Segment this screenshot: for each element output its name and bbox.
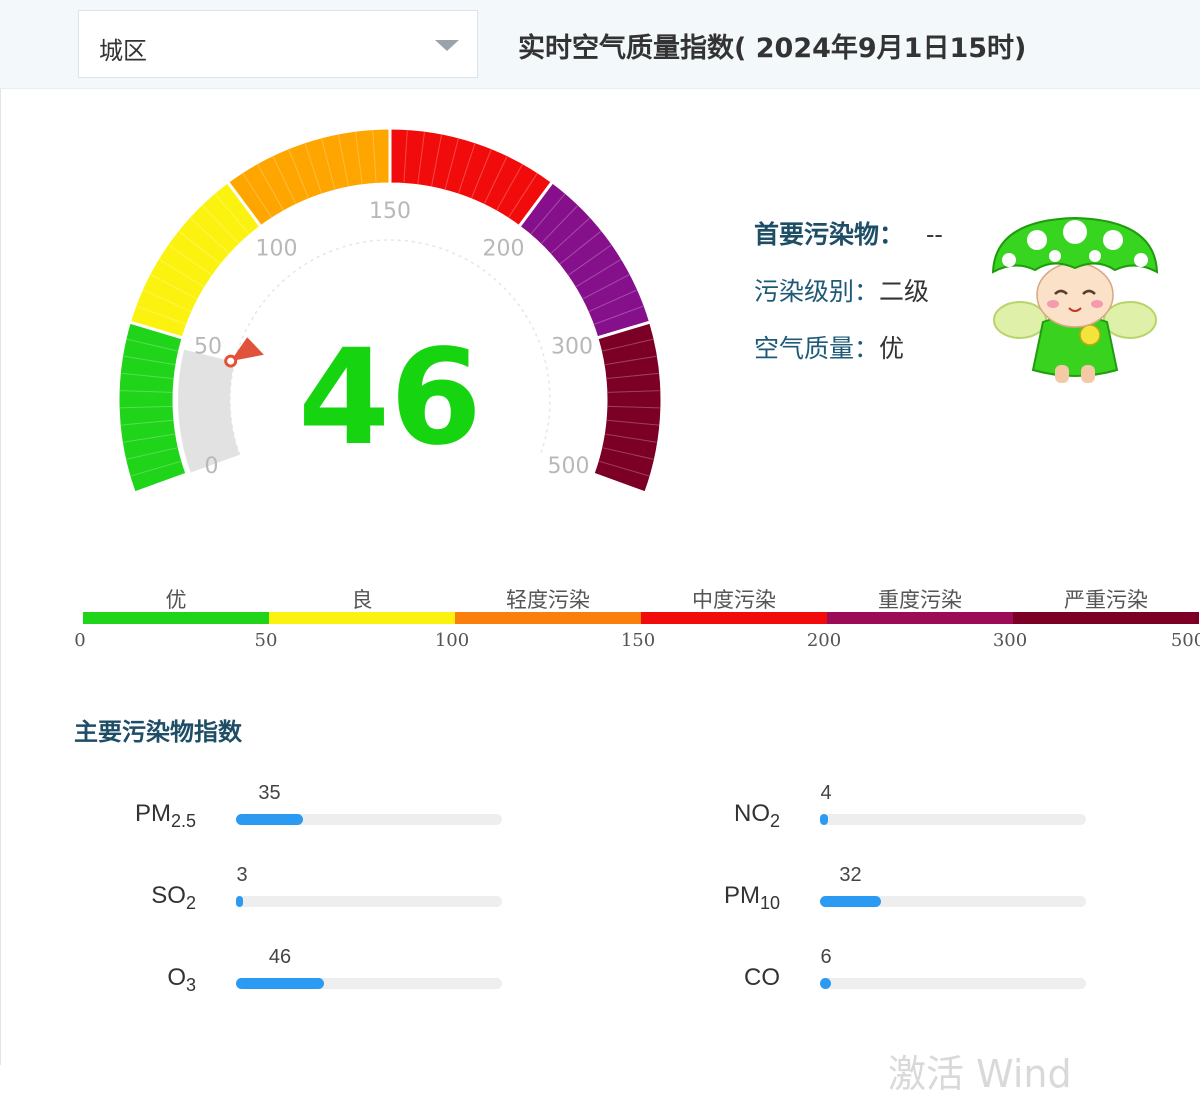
scale-tick-label: 150: [620, 630, 656, 651]
pollution-level-row: 污染级别：二级: [754, 272, 943, 329]
pollutant-bar-track: [820, 896, 1086, 907]
gauge-tick-label: 100: [256, 237, 298, 262]
pollutant-row: SO2 3: [98, 864, 568, 924]
primary-pollutant-label: 首要污染物：: [754, 220, 905, 249]
gauge-tick-label: 500: [548, 454, 590, 479]
pollutant-bar-fill: [236, 978, 324, 989]
page-title: 实时空气质量指数( 2024年9月1日15时): [518, 33, 1027, 64]
gauge-band: [225, 126, 392, 229]
scale-tick-label: 50: [254, 630, 278, 651]
pollutant-name: NO2: [733, 800, 780, 831]
scale-tick-label: 100: [434, 630, 470, 651]
pollutant-bar-track: [820, 814, 1086, 825]
pollutant-name: SO2: [151, 882, 196, 913]
scale-level-label: 良: [351, 588, 373, 612]
scale-level-bar: [641, 612, 827, 624]
scale-level-bar: [455, 612, 641, 624]
district-select[interactable]: 城区: [78, 10, 478, 78]
pollutant-bar-fill: [820, 978, 831, 989]
scale-level-label: 中度污染: [692, 588, 776, 612]
pollutant-row: PM2.5 35: [98, 782, 568, 842]
air-quality-row: 空气质量：优: [754, 329, 943, 386]
scale-level-label: 轻度污染: [506, 588, 590, 612]
scale-level-bar: [827, 612, 1013, 624]
gauge-band: [127, 179, 264, 340]
pollutant-bar-fill: [820, 814, 828, 825]
pollutant-bar-fill: [820, 896, 881, 907]
gauge-tick-label: 150: [369, 199, 411, 224]
pollutant-name: PM10: [723, 882, 780, 913]
aqi-info-panel: 首要污染物： -- 污染级别：二级 空气质量：优: [754, 215, 943, 386]
gauge-tick-label: 200: [482, 237, 524, 262]
pollutant-row: O3 46: [98, 946, 568, 1006]
page-frame: [0, 0, 1, 1065]
pollutant-row: CO 6: [682, 946, 1152, 1006]
scale-tick-label: 500: [1170, 630, 1200, 651]
scale-level-bar: [1013, 612, 1199, 624]
aqi-value: 46: [298, 321, 482, 475]
primary-pollutant-row: 首要污染物： --: [754, 215, 943, 272]
pollutant-bar-fill: [236, 814, 303, 825]
mushroom-mascot-image: [991, 216, 1159, 383]
gauge-tick-label: 300: [551, 335, 593, 360]
pollutant-row: NO2 4: [682, 782, 1152, 842]
scale-tick-label: 300: [992, 630, 1028, 651]
pollutant-row: PM10 32: [682, 864, 1152, 924]
pollutant-bar-track: [820, 978, 1086, 989]
gauge-pointer-knob: [224, 354, 238, 368]
pollutant-value: 32: [839, 864, 862, 886]
gauge-tick-label: 50: [194, 335, 222, 360]
gauge-band: [516, 179, 653, 340]
scale-level-label: 优: [165, 588, 187, 612]
aqi-level-scale: 优 良 轻度污染 中度污染 重度污染 严重污染 0 50 100 150 200 300 500: [0, 580, 1200, 660]
pollutant-value: 46: [268, 946, 292, 968]
scale-level-label: 严重污染: [1064, 588, 1148, 612]
pollutant-name: PM2.5: [134, 800, 196, 831]
primary-pollutant-value: --: [925, 220, 943, 249]
scale-tick-label: 0: [74, 630, 86, 651]
aqi-gauge: 0 50 100 150 200 300 500 46: [116, 126, 664, 495]
pollution-level-label: 污染级别：: [754, 277, 880, 306]
pollutant-name: O3: [167, 964, 196, 995]
pollutant-bar-track: [236, 814, 502, 825]
scale-level-bar: [269, 612, 455, 624]
pollutant-value: 3: [236, 864, 248, 886]
gauge-band: [388, 126, 555, 229]
scale-level-bar: [83, 612, 269, 624]
scale-tick-label: 200: [806, 630, 842, 651]
pollutant-bar-track: [236, 978, 502, 989]
chevron-down-icon[interactable]: [435, 40, 459, 51]
pollution-level-value: 二级: [879, 277, 930, 306]
gauge-tick-label: 0: [204, 454, 218, 479]
air-quality-label: 空气质量：: [754, 334, 880, 363]
pollutant-value: 6: [820, 946, 832, 968]
top-bar: 城区 实时空气质量指数( 2024年9月1日15时): [0, 0, 1200, 89]
scale-level-label: 重度污染: [878, 588, 962, 612]
pollutant-section-title: 主要污染物指数: [74, 718, 242, 746]
district-select-value: 城区: [99, 37, 147, 65]
pollutant-value: 35: [258, 782, 281, 804]
pollutant-value: 4: [820, 782, 832, 804]
pollutant-bar-track: [236, 896, 502, 907]
air-quality-value: 优: [879, 334, 905, 363]
activation-watermark: 激活 Wind: [888, 1052, 1072, 1096]
pollutant-bar-fill: [236, 896, 243, 907]
pollutant-name: CO: [744, 964, 780, 991]
